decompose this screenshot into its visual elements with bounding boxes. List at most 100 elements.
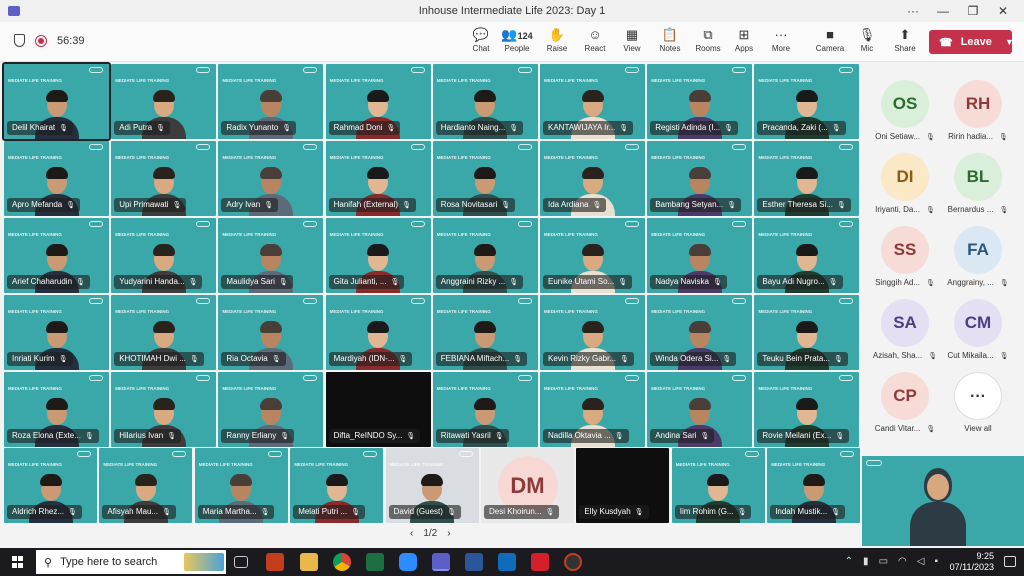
volume-icon[interactable]: ◁ xyxy=(917,556,925,567)
roster-participant[interactable]: SA Azisah, Sha... 🎙 xyxy=(869,291,941,363)
roster-participant[interactable]: SS Singgih Ad... 🎙 xyxy=(869,218,941,290)
rooms-button[interactable]: ⧉ Rooms xyxy=(689,26,727,58)
participant-video-tile[interactable]: MEDIATE LIFE TRAINING Rosa Novitasari 🎙 xyxy=(432,141,538,216)
zoom-icon[interactable] xyxy=(399,553,417,571)
participant-video-tile[interactable]: MEDIATE LIFE TRAINING Hanifah (External) 🎙 xyxy=(325,141,431,216)
roster-participant[interactable]: OS Oni Setiaw... 🎙 xyxy=(869,72,941,144)
participant-video-tile[interactable]: MEDIATE LIFE TRAINING Delil Khairat 🎙 xyxy=(2,62,111,141)
participant-video-tile[interactable]: MEDIATE LIFE TRAINING Ritawati Yasril 🎙 xyxy=(432,372,538,447)
participant-video-tile[interactable]: MEDIATE LIFE TRAINING Ranny Erliany 🎙 xyxy=(218,372,324,447)
participant-video-tile[interactable]: MEDIATE LIFE TRAINING Apro Mefanda 🎙 xyxy=(4,141,109,216)
more-button[interactable]: ··· More xyxy=(762,26,800,58)
view-button[interactable]: ▦ View xyxy=(613,26,651,58)
chevron-down-icon[interactable]: ▼ xyxy=(1005,37,1014,47)
minimize-button[interactable]: — xyxy=(928,0,958,22)
camera-tray-icon[interactable]: ▪ xyxy=(934,556,938,567)
mic-tray-icon[interactable]: ▮ xyxy=(863,556,869,567)
notifications-icon[interactable] xyxy=(1004,556,1016,567)
camera-button[interactable]: ■ Camera xyxy=(811,26,849,58)
participant-video-tile[interactable]: MEDIATE LIFE TRAINING Aldrich Rhez... 🎙 xyxy=(4,448,97,523)
participant-video-tile[interactable]: MEDIATE LIFE TRAINING Roza Elona (Exte...… xyxy=(4,372,109,447)
participant-video-tile[interactable]: MEDIATE LIFE TRAINING Adry Ivan 🎙 xyxy=(218,141,324,216)
chrome-icon[interactable] xyxy=(333,553,351,571)
participant-video-tile[interactable]: MEDIATE LIFE TRAINING Bambang Setyan... 🎙 xyxy=(647,141,753,216)
participant-video-tile[interactable]: MEDIATE LIFE TRAINING Upi Primawati 🎙 xyxy=(111,141,217,216)
participant-video-tile[interactable]: MEDIATE LIFE TRAINING Registi Adinda (I..… xyxy=(647,64,753,139)
teams-icon[interactable] xyxy=(432,553,450,571)
participant-video-tile[interactable]: MEDIATE LIFE TRAINING Hilarius Ivan 🎙 xyxy=(111,372,217,447)
acrobat-icon[interactable] xyxy=(531,553,549,571)
participant-video-tile[interactable]: MEDIATE LIFE TRAINING KANTAWIJAYA Ir... 🎙 xyxy=(540,64,645,139)
participant-video-tile[interactable]: MEDIATE LIFE TRAINING Radix Yunanto 🎙 xyxy=(218,64,324,139)
apps-button[interactable]: ⊞ Apps xyxy=(725,26,763,58)
outlook-icon[interactable] xyxy=(498,553,516,571)
self-view-video[interactable] xyxy=(862,456,1024,546)
word-icon[interactable] xyxy=(465,553,483,571)
share-button[interactable]: ⬆ Share xyxy=(886,26,924,58)
wifi-icon[interactable]: ◠ xyxy=(898,556,907,567)
participant-video-tile[interactable]: MEDIATE LIFE TRAINING Ria Octavia 🎙 xyxy=(218,295,324,370)
participant-video-tile[interactable]: MEDIATE LIFE TRAINING Nadilla Oktavia ...… xyxy=(540,372,645,447)
maximize-button[interactable]: ❐ xyxy=(958,0,988,22)
next-page-button[interactable]: › xyxy=(447,528,450,539)
participant-video-tile[interactable]: MEDIATE LIFE TRAINING Yudyarini Handa... 🎙 xyxy=(111,218,217,293)
participant-video-tile[interactable]: MEDIATE LIFE TRAINING Pracanda, Zaki (...… xyxy=(754,64,860,139)
participant-video-tile[interactable]: MEDIATE LIFE TRAINING Mardiyah (IDN-... 🎙 xyxy=(325,295,431,370)
participant-video-tile[interactable]: MEDIATE LIFE TRAINING Winda Odera Si... 🎙 xyxy=(647,295,753,370)
powerpoint-icon[interactable] xyxy=(266,553,284,571)
task-view-icon[interactable] xyxy=(234,556,248,568)
close-button[interactable]: ✕ xyxy=(988,0,1018,22)
participant-video-tile[interactable]: MEDIATE LIFE TRAINING Bayu Adi Nugro... 🎙 xyxy=(754,218,860,293)
participant-video-tile[interactable]: MEDIATE LIFE TRAINING Teuku Bein Prata...… xyxy=(754,295,860,370)
participant-video-tile[interactable]: MEDIATE LIFE TRAINING Iim Rohim (G... 🎙 xyxy=(671,448,765,523)
participant-video-tile[interactable]: MEDIATE LIFE TRAINING Melati Putri ... 🎙 xyxy=(290,448,384,523)
participant-video-tile[interactable]: DM Desi Khoirun... 🎙 xyxy=(481,448,574,523)
participant-video-tile[interactable]: MEDIATE LIFE TRAINING Eunike Utami So... 🎙 xyxy=(540,218,645,293)
roster-participant[interactable]: BL Bernardus ... 🎙 xyxy=(942,145,1014,217)
participant-video-tile[interactable]: MEDIATE LIFE TRAINING FEBIANA Miftach... 🎙 xyxy=(432,295,538,370)
participant-video-tile[interactable]: Elly Kusdyah 🎙 xyxy=(576,448,670,523)
file-explorer-icon[interactable] xyxy=(300,553,318,571)
participant-video-tile[interactable]: MEDIATE LIFE TRAINING Arief Chaharudin 🎙 xyxy=(4,218,109,293)
participant-video-tile[interactable]: MEDIATE LIFE TRAINING Indah Mustik... 🎙 xyxy=(767,448,861,523)
taskbar-search[interactable]: ⚲ Type here to search xyxy=(36,550,226,574)
participant-video-tile[interactable]: MEDIATE LIFE TRAINING Andina Sari 🎙 xyxy=(647,372,753,447)
mic-button[interactable]: 🎙 Mic xyxy=(848,26,886,58)
more-options-icon[interactable]: ··· xyxy=(898,0,928,22)
participant-video-tile[interactable]: MEDIATE LIFE TRAINING Nadya Naviska 🎙 xyxy=(647,218,753,293)
participant-video-tile[interactable]: MEDIATE LIFE TRAINING Rahmad Doni 🎙 xyxy=(325,64,431,139)
roster-participant[interactable]: RH Ririn hadia... 🎙 xyxy=(942,72,1014,144)
roster-participant[interactable]: DI Iriyanti, Da... 🎙 xyxy=(869,145,941,217)
participant-video-tile[interactable]: MEDIATE LIFE TRAINING Anggraini Rizky ...… xyxy=(432,218,538,293)
react-button[interactable]: ☺ React xyxy=(576,26,614,58)
participant-video-tile[interactable]: MEDIATE LIFE TRAINING KHOTIMAH Dwi ... 🎙 xyxy=(111,295,217,370)
battery-icon[interactable]: ▭ xyxy=(879,556,888,567)
leave-button[interactable]: ☎ Leave ▼ xyxy=(929,30,1014,54)
participant-video-tile[interactable]: MEDIATE LIFE TRAINING Afisyah Mau... 🎙 xyxy=(99,448,193,523)
clock[interactable]: 9:25 07/11/2023 xyxy=(950,551,994,573)
excel-icon[interactable] xyxy=(366,553,384,571)
roster-participant[interactable]: CP Candi Vitar... 🎙 xyxy=(869,364,941,436)
participant-video-tile[interactable]: MEDIATE LIFE TRAINING Esther Theresa Si..… xyxy=(754,141,860,216)
participant-video-tile[interactable]: MEDIATE LIFE TRAINING Ida Ardiana 🎙 xyxy=(540,141,645,216)
raise-button[interactable]: ✋ Raise xyxy=(538,26,576,58)
participant-video-tile[interactable]: MEDIATE LIFE TRAINING Hardianto Naing... 🎙 xyxy=(432,64,538,139)
participant-video-tile[interactable]: MEDIATE LIFE TRAINING Kevin Rizky Gabr...… xyxy=(540,295,645,370)
participant-video-tile[interactable]: MEDIATE LIFE TRAINING Maulidya Sari 🎙 xyxy=(218,218,324,293)
people-button[interactable]: 👥124 People xyxy=(498,26,536,58)
participant-video-tile[interactable]: MEDIATE LIFE TRAINING Rovie Meilani (Ex..… xyxy=(754,372,860,447)
media-player-icon[interactable] xyxy=(564,553,582,571)
view-all-button[interactable]: ··· View all xyxy=(942,364,1014,436)
roster-participant[interactable]: FA Anggrainy, ... 🎙 xyxy=(942,218,1014,290)
roster-participant[interactable]: CM Cut Mikaila... 🎙 xyxy=(942,291,1014,363)
chat-button[interactable]: 💬 Chat xyxy=(462,26,500,58)
participant-video-tile[interactable]: Difta_ReINDO Sy... 🎙 xyxy=(325,372,431,447)
chevron-up-icon[interactable]: ⌃ xyxy=(845,556,853,567)
notes-button[interactable]: 📋 Notes xyxy=(651,26,689,58)
participant-video-tile[interactable]: MEDIATE LIFE TRAINING Inriati Kurim 🎙 xyxy=(4,295,109,370)
participant-video-tile[interactable]: MEDIATE LIFE TRAINING Gita Julianti, ... 🎙 xyxy=(325,218,431,293)
windows-start-icon[interactable] xyxy=(12,556,24,568)
participant-video-tile[interactable]: MEDIATE LIFE TRAINING David (Guest) 🎙 xyxy=(385,448,479,523)
participant-video-tile[interactable]: MEDIATE LIFE TRAINING Adi Putra 🎙 xyxy=(111,64,217,139)
participant-video-tile[interactable]: MEDIATE LIFE TRAINING Maria Martha... 🎙 xyxy=(194,448,288,523)
